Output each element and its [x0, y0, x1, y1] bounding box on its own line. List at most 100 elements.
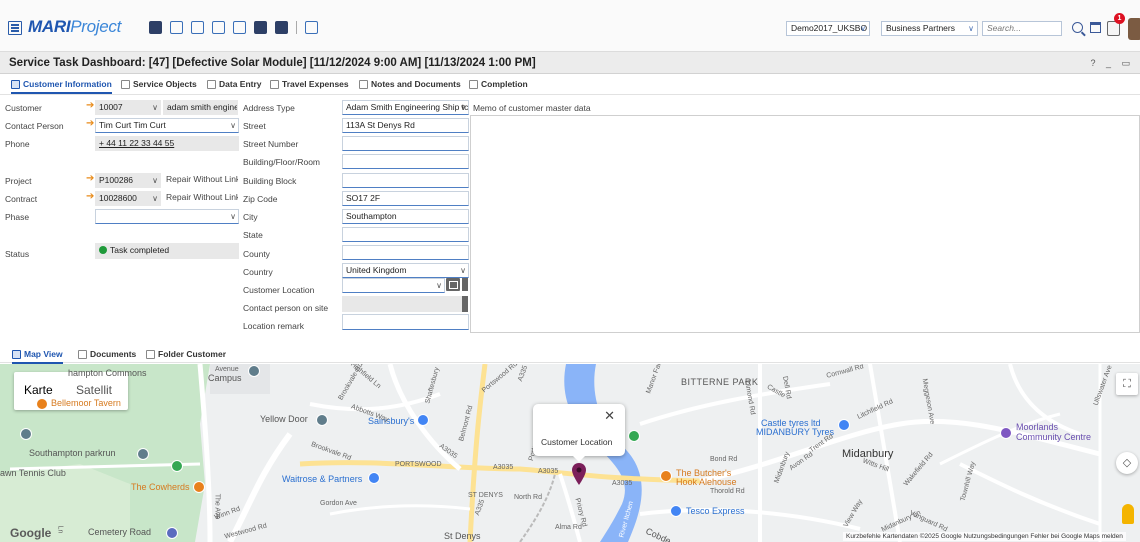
- avatar[interactable]: [1128, 18, 1140, 40]
- map-attribution[interactable]: Kurzbefehle Kartendaten ©2025 Google Nut…: [843, 532, 1126, 541]
- tools-icon[interactable]: [212, 21, 225, 34]
- map-tab-bar: Map View Documents Folder Customer: [0, 346, 1140, 364]
- tab-folder-customer[interactable]: Folder Customer: [146, 349, 226, 359]
- place-pin-icon[interactable]: [20, 428, 32, 440]
- park-pin-icon[interactable]: [171, 460, 183, 472]
- zip-code-field[interactable]: SO17 2F: [342, 191, 469, 206]
- street-view-pegman-icon[interactable]: [1122, 504, 1134, 524]
- memo-textarea[interactable]: [470, 115, 1140, 333]
- required-arrow-icon: ➔: [86, 118, 95, 129]
- address-type-select[interactable]: Adam Smith Engineering Ship tc ∨: [342, 100, 469, 115]
- table-icon[interactable]: [170, 21, 183, 34]
- restaurant-pin-icon[interactable]: [193, 481, 205, 493]
- map-label: Campus: [208, 373, 242, 383]
- truck-icon[interactable]: [254, 21, 267, 34]
- tab-service-objects[interactable]: Service Objects: [121, 79, 197, 89]
- app-logo[interactable]: MARIProject: [28, 17, 121, 37]
- map-label: Moorlands: [1016, 422, 1059, 432]
- calendar-icon[interactable]: [149, 21, 162, 34]
- customer-code-field[interactable]: 10007 ∨: [95, 100, 161, 115]
- shop-pin-icon[interactable]: [368, 472, 380, 484]
- contact-person-select[interactable]: Tim Curt Tim Curt ∨: [95, 118, 239, 133]
- map-label: hampton Commons: [68, 368, 147, 378]
- tab-map-view[interactable]: Map View: [12, 349, 63, 364]
- parking-pin-icon[interactable]: [166, 527, 178, 539]
- folder-icon: [146, 349, 155, 359]
- location-marker-icon[interactable]: [572, 463, 586, 485]
- grid-icon[interactable]: [305, 21, 318, 34]
- state-label: State: [243, 230, 263, 240]
- shop-pin-icon[interactable]: [838, 419, 850, 431]
- map-type-satellite-button[interactable]: Satellit: [76, 383, 112, 397]
- tools-alt-icon[interactable]: [233, 21, 246, 34]
- map-label: Alma Rd: [555, 524, 582, 531]
- customer-name-field[interactable]: adam smith engineeri: [163, 100, 238, 115]
- close-icon[interactable]: ✕: [604, 408, 615, 424]
- required-arrow-icon: ➔: [86, 173, 95, 184]
- customer-location-select[interactable]: ∨: [342, 278, 445, 293]
- place-pin-icon[interactable]: [316, 414, 328, 426]
- phase-label: Phase: [5, 212, 30, 222]
- location-scroll-strip: [462, 278, 468, 291]
- contact-scroll-strip: [462, 296, 468, 312]
- database-select[interactable]: Demo2017_UKSBO ∨: [786, 21, 870, 36]
- shop-pin-icon[interactable]: [417, 414, 429, 426]
- search-icon[interactable]: [1072, 22, 1083, 33]
- city-field[interactable]: Southampton: [342, 209, 469, 224]
- status-dot-icon: [99, 246, 107, 254]
- search-input[interactable]: Search...: [982, 21, 1062, 36]
- tab-travel-expenses[interactable]: Travel Expenses: [270, 79, 349, 89]
- fullscreen-icon[interactable]: ⛶: [1116, 373, 1138, 395]
- street-number-field[interactable]: [342, 136, 469, 151]
- tab-data-entry[interactable]: Data Entry: [207, 79, 262, 89]
- window-icon[interactable]: [1090, 22, 1101, 33]
- country-select[interactable]: United Kingdom ∨: [342, 263, 469, 278]
- phone-field[interactable]: + 44 11 22 33 44 55: [95, 136, 239, 151]
- map-label: Hook Alehouse: [676, 477, 737, 487]
- restaurant-pin-icon[interactable]: [36, 398, 48, 410]
- building-label: Building/Floor/Room: [243, 157, 321, 167]
- hamburger-menu-icon[interactable]: [8, 21, 22, 35]
- window-controls[interactable]: ? _ ▭: [1090, 58, 1134, 69]
- person-icon[interactable]: [275, 21, 288, 34]
- completion-icon: [469, 79, 478, 89]
- status-label: Status: [5, 249, 30, 259]
- open-location-icon[interactable]: [446, 278, 460, 291]
- module-select[interactable]: Business Partners ∨: [881, 21, 978, 36]
- popup-text: Customer Location: [541, 437, 613, 447]
- place-pin-icon[interactable]: [137, 448, 149, 460]
- map-label: A3035: [538, 468, 559, 475]
- contract-code-field[interactable]: 10028600 ∨: [95, 191, 161, 206]
- county-field[interactable]: [342, 245, 469, 260]
- map-label: Bellemoor Tavern: [51, 398, 121, 408]
- community-pin-icon[interactable]: [1000, 427, 1012, 439]
- map-type-map-button[interactable]: Karte: [24, 383, 53, 397]
- contact-on-site-field[interactable]: [342, 296, 462, 312]
- page-title: Service Task Dashboard: [47] [Defective …: [9, 57, 536, 69]
- camera-control-icon[interactable]: ◇: [1116, 452, 1138, 474]
- park-pin-icon[interactable]: [628, 430, 640, 442]
- location-popup: ✕ Customer Location: [533, 404, 625, 462]
- chevron-down-icon: ∨: [152, 194, 158, 203]
- tab-documents[interactable]: Documents: [78, 349, 136, 359]
- restaurant-pin-icon[interactable]: [660, 470, 672, 482]
- required-arrow-icon: ➔: [86, 100, 95, 111]
- address-type-label: Address Type: [243, 103, 295, 113]
- phase-select[interactable]: ∨: [95, 209, 239, 224]
- map-view[interactable]: Karte Satellit hampton Commons Bellemoor…: [0, 364, 1140, 542]
- settings-list-icon[interactable]: [191, 21, 204, 34]
- tab-notes-and-documents[interactable]: Notes and Documents: [359, 79, 461, 89]
- tab-completion[interactable]: Completion: [469, 79, 528, 89]
- shop-pin-icon[interactable]: [670, 505, 682, 517]
- place-pin-icon[interactable]: [248, 365, 260, 377]
- project-code-field[interactable]: P100286 ∨: [95, 173, 161, 188]
- building-field[interactable]: [342, 154, 469, 169]
- location-remark-field[interactable]: [342, 314, 469, 330]
- building-block-field[interactable]: [342, 173, 469, 188]
- memo-label: Memo of customer master data: [473, 103, 591, 113]
- tab-customer-information[interactable]: Customer Information: [11, 79, 112, 94]
- street-field[interactable]: 113A St Denys Rd: [342, 118, 469, 133]
- state-field[interactable]: [342, 227, 469, 242]
- chevron-down-icon: ∨: [860, 24, 866, 33]
- chevron-down-icon: ∨: [230, 121, 236, 130]
